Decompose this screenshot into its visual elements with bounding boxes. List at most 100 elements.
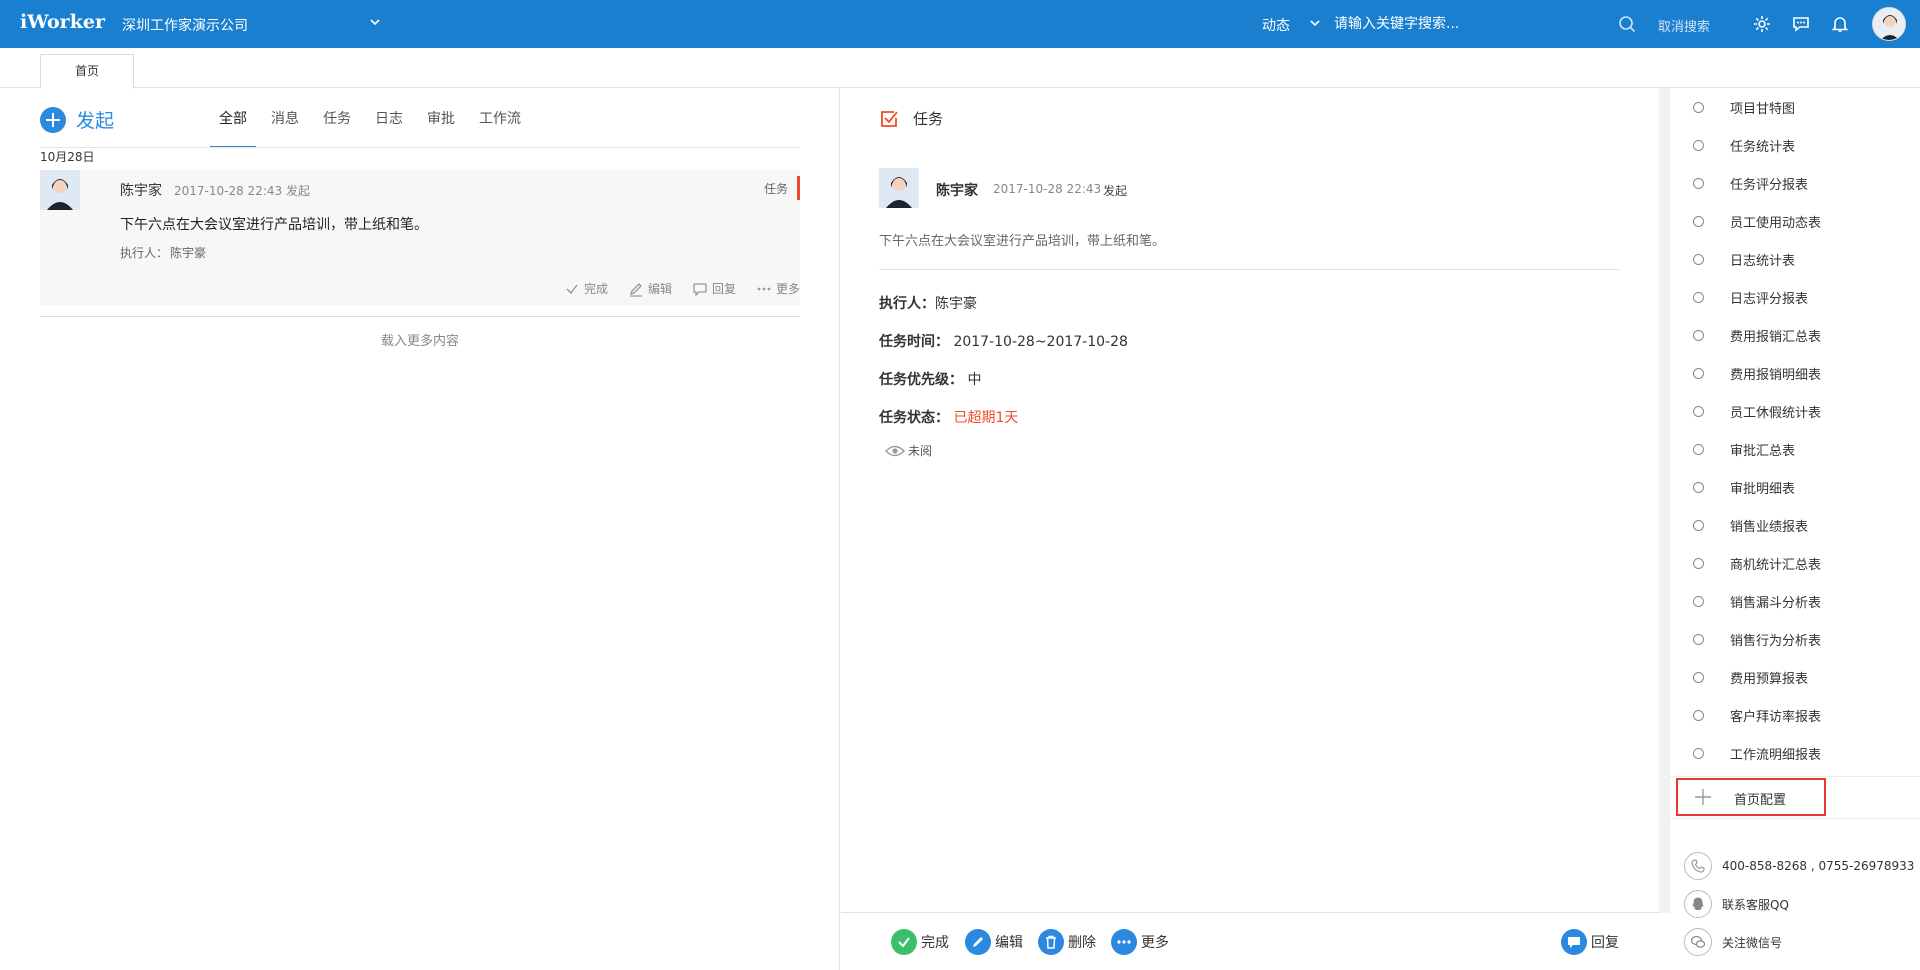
contact-phone[interactable]: 400-858-8268 , 0755-26978933 bbox=[1684, 852, 1914, 880]
qq-icon bbox=[1684, 890, 1712, 918]
tab-home[interactable]: 首页 bbox=[40, 54, 134, 89]
post-content[interactable]: 下午六点在大会议室进行产品培训，带上纸和笔。 bbox=[120, 214, 428, 234]
more-dots-icon bbox=[757, 287, 771, 290]
detail-action-bar: 完成 编辑 删除 更多 回复 bbox=[841, 912, 1659, 970]
search-icon[interactable] bbox=[1618, 15, 1636, 33]
feed-item[interactable]: 陈宇家 2017-10-28 22:43 发起 任务 下午六点在大会议室进行产品… bbox=[40, 170, 800, 305]
report-item[interactable]: 审批汇总表 bbox=[1670, 430, 1920, 468]
complete-button[interactable]: 完成 bbox=[564, 280, 608, 297]
report-item[interactable]: 商机统计汇总表 bbox=[1670, 544, 1920, 582]
task-content: 下午六点在大会议室进行产品培训，带上纸和笔。 bbox=[879, 234, 1166, 249]
edit-button[interactable]: 编辑 bbox=[965, 929, 1023, 955]
reports-panel: 项目甘特图 任务统计表 任务评分报表 员工使用动态表 日志统计表 日志评分报表 … bbox=[1670, 88, 1920, 970]
divider bbox=[40, 147, 800, 148]
chevron-down-icon[interactable] bbox=[1308, 16, 1322, 30]
post-meta: 2017-10-28 22:43 发起 bbox=[174, 184, 310, 198]
report-item[interactable]: 费用报销明细表 bbox=[1670, 354, 1920, 392]
filter-workflow[interactable]: 工作流 bbox=[470, 108, 530, 148]
more-button[interactable]: 更多 bbox=[1111, 929, 1169, 955]
report-item[interactable]: 客户拜访率报表 bbox=[1670, 696, 1920, 734]
user-avatar[interactable] bbox=[1872, 7, 1906, 41]
radio-button[interactable] bbox=[1693, 329, 1704, 341]
report-item[interactable]: 销售漏斗分析表 bbox=[1670, 582, 1920, 620]
filter-approval[interactable]: 审批 bbox=[418, 108, 464, 148]
radio-button[interactable] bbox=[1693, 481, 1704, 493]
radio-button[interactable] bbox=[1693, 291, 1704, 303]
chat-icon[interactable] bbox=[1791, 14, 1811, 34]
company-name[interactable]: 深圳工作家演示公司 bbox=[122, 15, 248, 35]
scrollbar[interactable] bbox=[1659, 88, 1670, 913]
avatar[interactable] bbox=[40, 170, 80, 210]
radio-button[interactable] bbox=[1693, 215, 1704, 227]
contact-wechat[interactable]: 关注微信号 bbox=[1684, 928, 1782, 956]
filter-all[interactable]: 全部 bbox=[210, 108, 256, 148]
time-row: 任务时间： 2017-10-28~2017-10-28 bbox=[879, 331, 1128, 351]
radio-button[interactable] bbox=[1693, 709, 1704, 721]
cancel-search-button[interactable]: 取消搜索 bbox=[1658, 16, 1710, 35]
start-button[interactable]: 发起 bbox=[40, 106, 114, 133]
edit-button[interactable]: 编辑 bbox=[628, 280, 672, 297]
unread-indicator[interactable]: 未阅 bbox=[885, 442, 932, 459]
report-item[interactable]: 销售业绩报表 bbox=[1670, 506, 1920, 544]
check-icon bbox=[566, 284, 578, 294]
report-item[interactable]: 费用报销汇总表 bbox=[1670, 316, 1920, 354]
radio-button[interactable] bbox=[1693, 367, 1704, 379]
radio-button[interactable] bbox=[1693, 557, 1704, 569]
gear-icon[interactable] bbox=[1752, 14, 1772, 34]
bell-icon[interactable] bbox=[1830, 14, 1850, 34]
dynamic-filter[interactable]: 动态 bbox=[1262, 15, 1290, 35]
report-item[interactable]: 项目甘特图 bbox=[1670, 88, 1920, 126]
reply-button[interactable]: 回复 bbox=[1561, 929, 1619, 955]
filter-message[interactable]: 消息 bbox=[262, 108, 308, 148]
eye-icon bbox=[885, 445, 905, 456]
wechat-icon bbox=[1684, 928, 1712, 956]
report-item[interactable]: 工作流明细报表 bbox=[1670, 734, 1920, 772]
delete-button[interactable]: 删除 bbox=[1038, 929, 1096, 955]
avatar[interactable] bbox=[879, 168, 919, 208]
radio-button[interactable] bbox=[1693, 633, 1704, 645]
app-logo[interactable]: iWorker bbox=[20, 11, 105, 33]
search-input[interactable] bbox=[1334, 10, 1614, 38]
pencil-icon bbox=[629, 282, 642, 297]
report-item[interactable]: 销售行为分析表 bbox=[1670, 620, 1920, 658]
radio-button[interactable] bbox=[1693, 253, 1704, 265]
plus-icon bbox=[40, 106, 66, 133]
radio-button[interactable] bbox=[1693, 443, 1704, 455]
executor-row: 执行人：陈宇豪 bbox=[879, 293, 977, 313]
report-item[interactable]: 审批明细表 bbox=[1670, 468, 1920, 506]
radio-button[interactable] bbox=[1693, 671, 1704, 683]
plus-icon bbox=[1695, 789, 1711, 805]
divider bbox=[1670, 818, 1920, 819]
filter-log[interactable]: 日志 bbox=[366, 108, 412, 148]
complete-button[interactable]: 完成 bbox=[891, 929, 949, 955]
post-time: 2017-10-28 22:43 bbox=[993, 182, 1102, 196]
phone-icon bbox=[1684, 852, 1712, 880]
date-header: 10月28日 bbox=[40, 150, 95, 164]
radio-button[interactable] bbox=[1693, 139, 1704, 151]
report-item[interactable]: 员工使用动态表 bbox=[1670, 202, 1920, 240]
more-dots-icon bbox=[1111, 929, 1137, 955]
contact-qq[interactable]: 联系客服QQ bbox=[1684, 890, 1789, 918]
author-name[interactable]: 陈宇家 bbox=[936, 180, 978, 200]
radio-button[interactable] bbox=[1693, 747, 1704, 759]
report-item[interactable]: 员工休假统计表 bbox=[1670, 392, 1920, 430]
load-more-link[interactable]: 载入更多内容 bbox=[0, 330, 840, 349]
reply-button[interactable]: 回复 bbox=[692, 280, 736, 297]
radio-button[interactable] bbox=[1693, 101, 1704, 113]
radio-button[interactable] bbox=[1693, 177, 1704, 189]
executor-name: 陈宇豪 bbox=[170, 246, 207, 260]
chevron-down-icon[interactable] bbox=[368, 15, 382, 29]
report-item[interactable]: 任务统计表 bbox=[1670, 126, 1920, 164]
report-item[interactable]: 任务评分报表 bbox=[1670, 164, 1920, 202]
radio-button[interactable] bbox=[1693, 595, 1704, 607]
post-action: 发起 bbox=[1103, 184, 1128, 198]
report-item[interactable]: 费用预算报表 bbox=[1670, 658, 1920, 696]
radio-button[interactable] bbox=[1693, 405, 1704, 417]
report-item[interactable]: 日志评分报表 bbox=[1670, 278, 1920, 316]
filter-task[interactable]: 任务 bbox=[314, 108, 360, 148]
more-button[interactable]: 更多 bbox=[756, 280, 800, 297]
radio-button[interactable] bbox=[1693, 519, 1704, 531]
home-config-button[interactable]: 首页配置 bbox=[1676, 778, 1826, 816]
report-item[interactable]: 日志统计表 bbox=[1670, 240, 1920, 278]
author-name[interactable]: 陈宇家 bbox=[120, 180, 162, 200]
